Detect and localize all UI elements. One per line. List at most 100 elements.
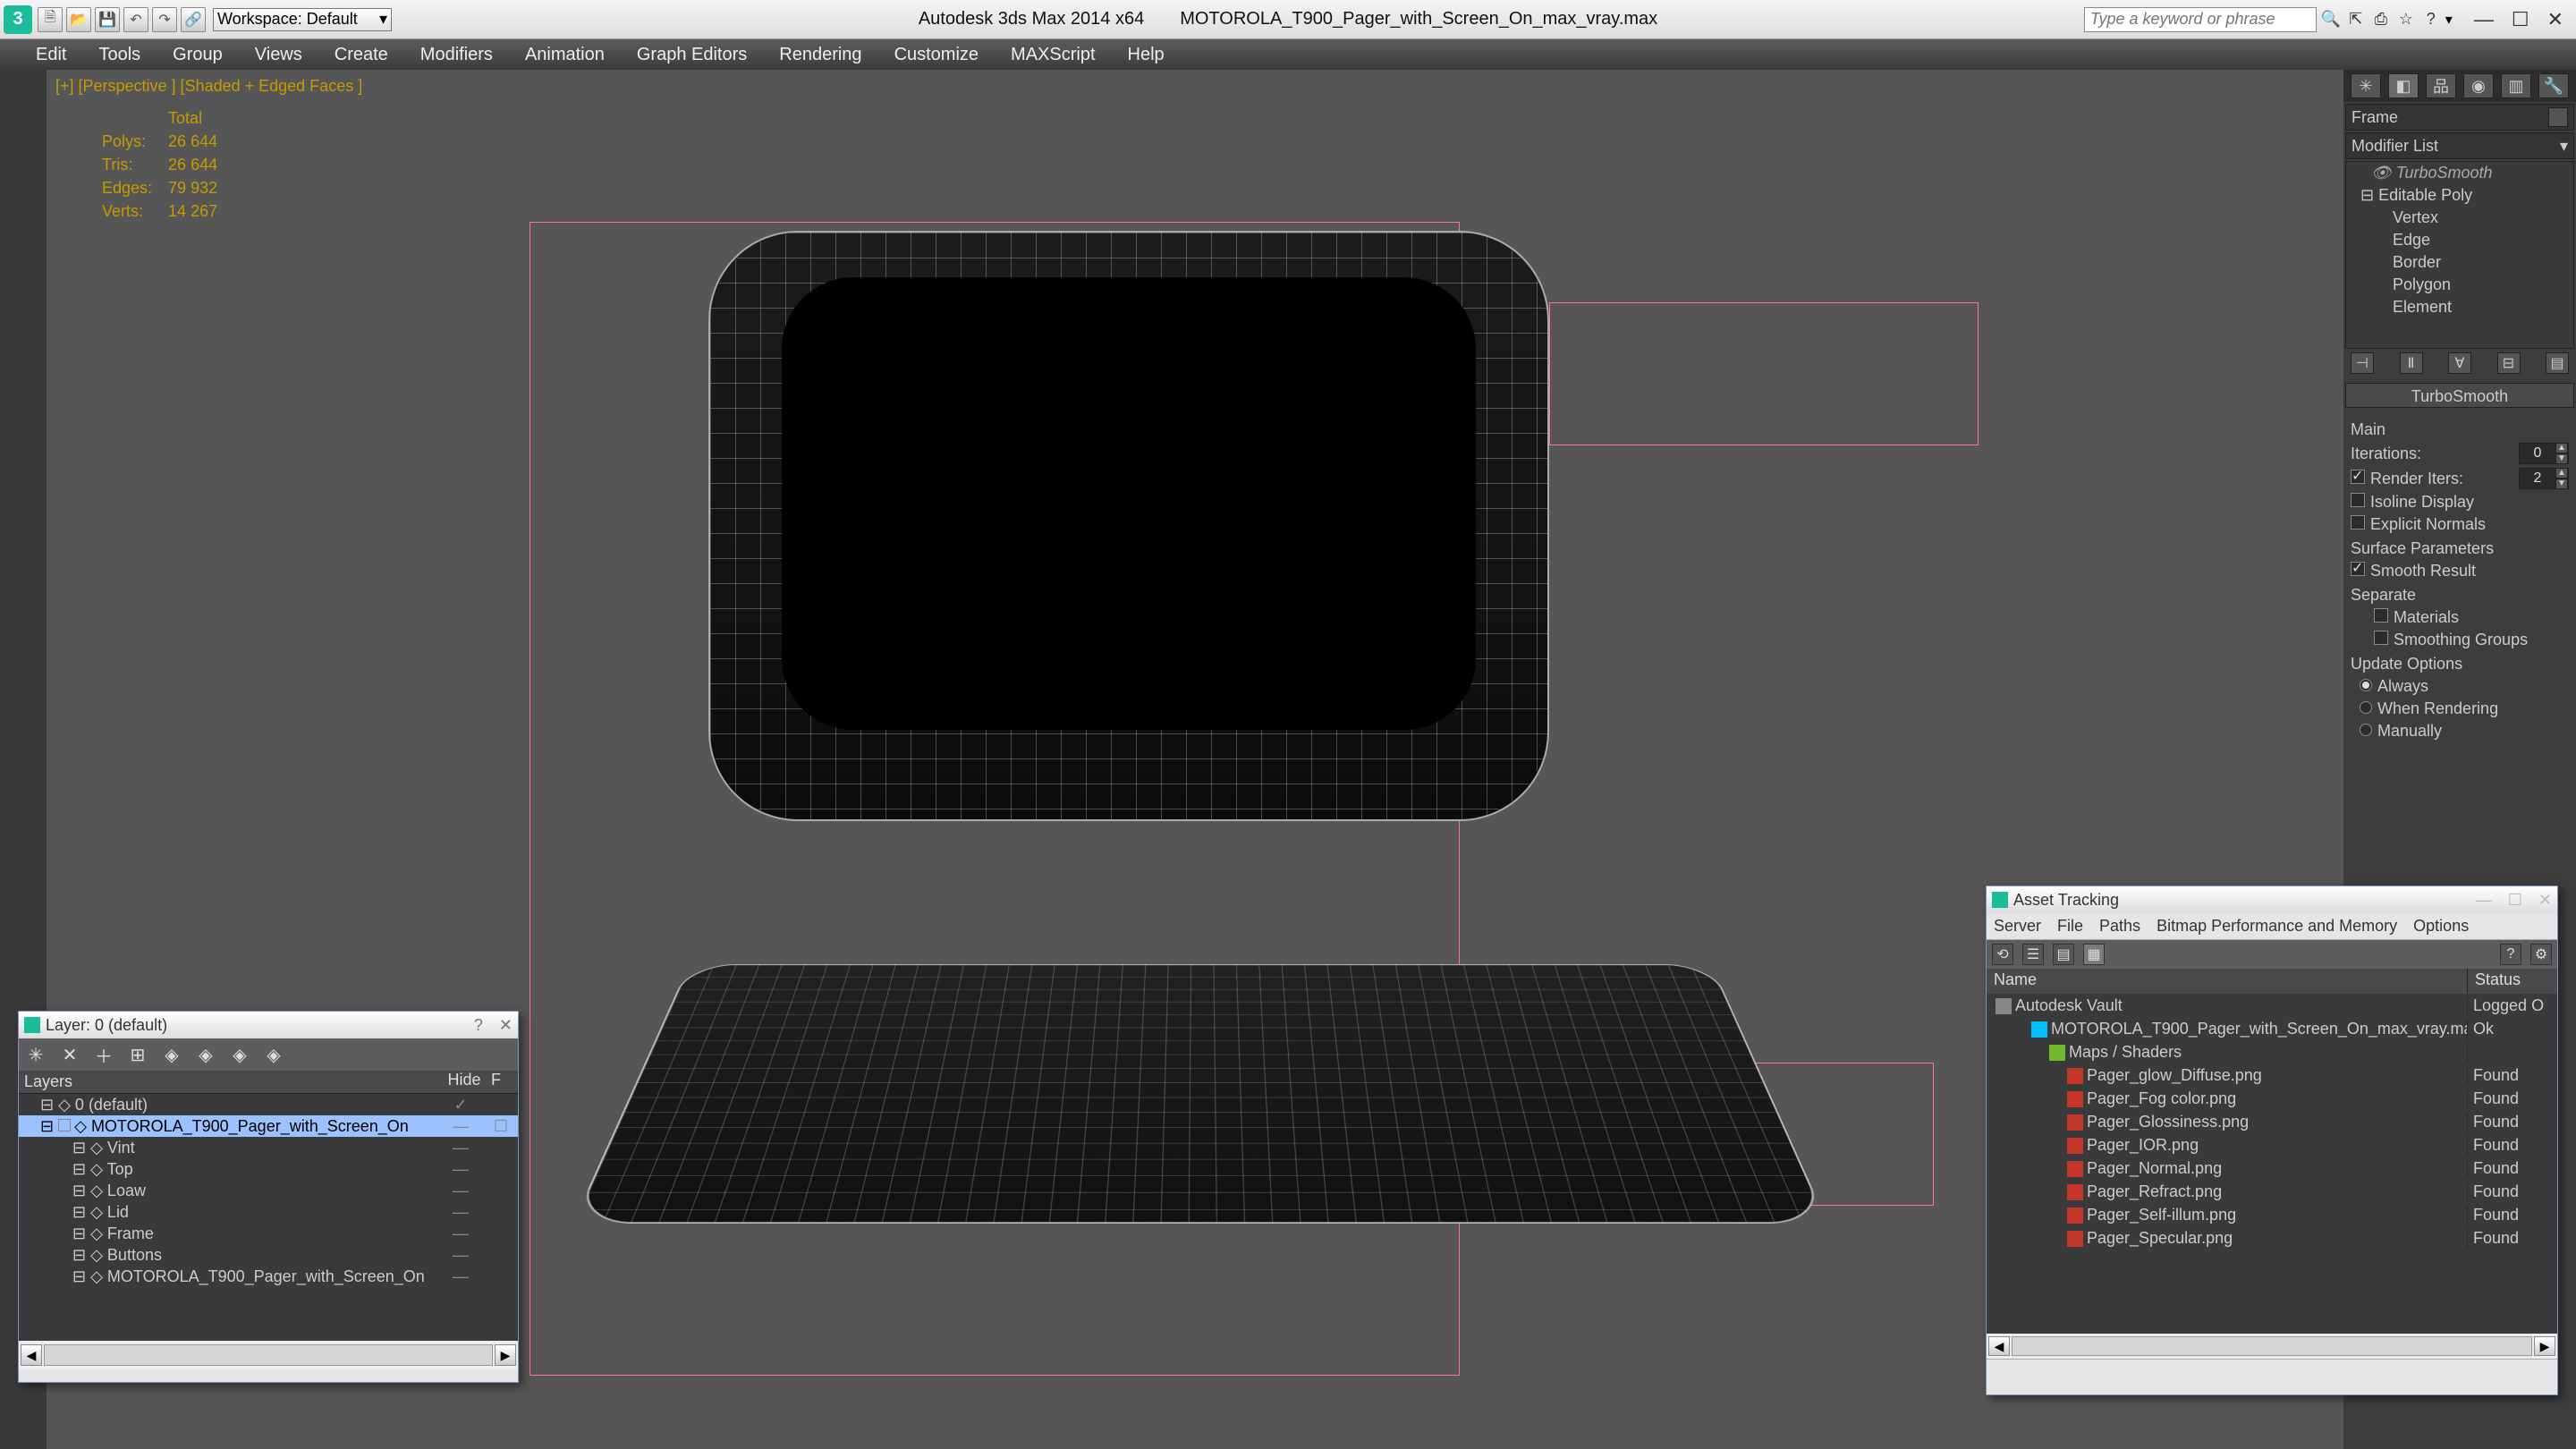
modifier-list-dropdown[interactable]: Modifier List ▾ — [2345, 132, 2574, 159]
layer-row[interactable]: ⊟ ◇ Loaw— — [19, 1180, 518, 1201]
render-iters-checkbox[interactable] — [2351, 470, 2365, 484]
asset-row[interactable]: Pager_Glossiness.pngFound — [1987, 1110, 2557, 1133]
menu-views[interactable]: Views — [255, 45, 302, 65]
close-button[interactable]: ✕ — [2547, 8, 2563, 31]
color-swatch[interactable] — [2548, 107, 2568, 127]
asset-row[interactable]: Pager_Self-illum.pngFound — [1987, 1203, 2557, 1226]
asset-row[interactable]: Pager_glow_Diffuse.pngFound — [1987, 1063, 2557, 1087]
configure-sets-icon[interactable]: ▤ — [2546, 352, 2569, 374]
asset-panel-scrollbar[interactable]: ◀ ▶ — [1987, 1334, 2557, 1359]
hide-unhide-icon[interactable]: ◈ — [194, 1043, 217, 1066]
hide-toggle[interactable]: — — [434, 1267, 487, 1286]
freeze-icon[interactable]: ◈ — [228, 1043, 251, 1066]
table-icon[interactable]: ▦ — [2083, 944, 2105, 965]
asset-row[interactable]: Pager_Fog color.pngFound — [1987, 1087, 2557, 1110]
star-icon[interactable]: ☆ — [2395, 9, 2417, 30]
hide-toggle[interactable]: — — [434, 1224, 487, 1243]
viewport-label[interactable]: [+] [Perspective ] [Shaded + Edged Faces… — [55, 77, 362, 96]
layer-row[interactable]: ⊟ ◇ Frame— — [19, 1223, 518, 1244]
iterations-spinner[interactable]: 0▲▼ — [2519, 443, 2569, 464]
help-icon[interactable]: ? — [2420, 9, 2442, 30]
close-icon[interactable]: ✕ — [2538, 891, 2552, 910]
app-icon[interactable]: 3 — [4, 5, 32, 34]
scroll-right-icon[interactable]: ▶ — [495, 1344, 516, 1366]
asset-tracking-panel[interactable]: Asset Tracking —☐✕ ServerFilePathsBitmap… — [1986, 886, 2558, 1395]
minimize-icon[interactable]: — — [2476, 891, 2492, 910]
asset-row[interactable]: MOTOROLA_T900_Pager_with_Screen_On_max_v… — [1987, 1017, 2557, 1040]
hide-toggle[interactable]: — — [434, 1246, 487, 1265]
utilities-tab-icon[interactable]: 🔧 — [2538, 73, 2569, 98]
qat-save-icon[interactable]: 💾 — [95, 7, 120, 32]
scroll-left-icon[interactable]: ◀ — [21, 1344, 42, 1366]
motion-tab-icon[interactable]: ◉ — [2463, 73, 2494, 98]
highlight-icon[interactable]: ◈ — [160, 1043, 183, 1066]
asset-row[interactable]: Pager_IOR.pngFound — [1987, 1133, 2557, 1157]
asset-row[interactable]: Pager_Normal.pngFound — [1987, 1157, 2557, 1180]
smoothing-groups-checkbox[interactable] — [2374, 631, 2388, 645]
layer-row[interactable]: ⊟ ◇ Top— — [19, 1158, 518, 1180]
asset-menu-paths[interactable]: Paths — [2099, 917, 2140, 936]
help-icon[interactable]: ? — [474, 1016, 483, 1035]
layer-panel[interactable]: Layer: 0 (default) ?✕ ✳ ✕ ＋ ⊞ ◈ ◈ ◈ ◈ La… — [18, 1011, 519, 1383]
scroll-track[interactable] — [2012, 1336, 2532, 1356]
search-input[interactable] — [2084, 7, 2317, 32]
menu-modifiers[interactable]: Modifiers — [420, 45, 493, 65]
hide-toggle[interactable]: — — [434, 1139, 487, 1157]
remove-modifier-icon[interactable]: ⊟ — [2497, 352, 2521, 374]
delete-layer-icon[interactable]: ✕ — [58, 1043, 81, 1066]
qat-link-icon[interactable]: 🔗 — [181, 7, 206, 32]
layer-panel-titlebar[interactable]: Layer: 0 (default) ?✕ — [19, 1012, 518, 1038]
menu-group[interactable]: Group — [173, 45, 223, 65]
search-icon[interactable]: 🔍 — [2320, 9, 2342, 30]
materials-checkbox[interactable] — [2374, 608, 2388, 623]
col-status[interactable]: Status — [2468, 969, 2557, 994]
asset-menu-bitmap-performance-and-memory[interactable]: Bitmap Performance and Memory — [2157, 917, 2397, 936]
help-icon[interactable]: ? — [2500, 944, 2521, 965]
hide-toggle[interactable]: — — [434, 1182, 487, 1200]
asset-panel-titlebar[interactable]: Asset Tracking —☐✕ — [1987, 886, 2557, 913]
make-unique-icon[interactable]: ∀ — [2448, 352, 2471, 374]
explicit-normals-checkbox[interactable] — [2351, 515, 2365, 530]
workspace-selector[interactable]: Workspace: Default ▾ — [213, 8, 392, 31]
settings-icon[interactable]: ⚙ — [2530, 944, 2552, 965]
tree-icon[interactable]: ☰ — [2022, 944, 2044, 965]
menu-tools[interactable]: Tools — [98, 45, 140, 65]
layer-props-icon[interactable]: ◈ — [262, 1043, 285, 1066]
modifier-stack-item[interactable]: Element — [2346, 296, 2573, 318]
layer-row[interactable]: ⊟ ◇ 0 (default)✓ — [19, 1094, 518, 1115]
qat-open-icon[interactable]: 📂 — [66, 7, 91, 32]
asset-row[interactable]: Autodesk VaultLogged O — [1987, 994, 2557, 1017]
menu-customize[interactable]: Customize — [894, 45, 979, 65]
scroll-track[interactable] — [44, 1344, 493, 1366]
menu-graph-editors[interactable]: Graph Editors — [637, 45, 747, 65]
select-objects-icon[interactable]: ⊞ — [126, 1043, 149, 1066]
asset-row[interactable]: Maps / Shaders — [1987, 1040, 2557, 1063]
modifier-stack-item[interactable]: 👁 TurboSmooth — [2346, 162, 2573, 184]
show-end-result-icon[interactable]: Ⅱ — [2400, 352, 2423, 374]
asset-menu-file[interactable]: File — [2057, 917, 2083, 936]
add-icon[interactable]: ＋ — [92, 1043, 115, 1066]
hide-toggle[interactable]: ✓ — [434, 1096, 487, 1114]
menu-animation[interactable]: Animation — [525, 45, 605, 65]
col-hide[interactable]: Hide — [437, 1071, 491, 1093]
hide-toggle[interactable]: — — [434, 1117, 487, 1136]
scroll-right-icon[interactable]: ▶ — [2534, 1336, 2555, 1356]
hide-toggle[interactable]: — — [434, 1203, 487, 1222]
exchange-icon[interactable]: ⎙ — [2370, 9, 2392, 30]
rollout-title[interactable]: TurboSmooth — [2345, 383, 2574, 408]
new-layer-icon[interactable]: ✳ — [24, 1043, 47, 1066]
smooth-result-checkbox[interactable] — [2351, 562, 2365, 576]
menu-help[interactable]: Help — [1128, 45, 1165, 65]
modifier-stack-item[interactable]: Polygon — [2346, 274, 2573, 296]
col-layers[interactable]: Layers — [19, 1071, 437, 1093]
col-freeze[interactable]: F — [491, 1071, 518, 1093]
modifier-stack-item[interactable]: Edge — [2346, 229, 2573, 251]
refresh-icon[interactable]: ⟲ — [1992, 944, 2013, 965]
maximize-button[interactable]: ☐ — [2512, 8, 2529, 31]
asset-menu-options[interactable]: Options — [2413, 917, 2469, 936]
modifier-stack-item[interactable]: Vertex — [2346, 207, 2573, 229]
object-name-field[interactable]: Frame — [2345, 104, 2574, 131]
arrow-icon[interactable]: ⇱ — [2345, 9, 2367, 30]
hierarchy-tab-icon[interactable]: 品 — [2426, 73, 2456, 98]
layer-row[interactable]: ⊟ ◇ Vint— — [19, 1137, 518, 1158]
